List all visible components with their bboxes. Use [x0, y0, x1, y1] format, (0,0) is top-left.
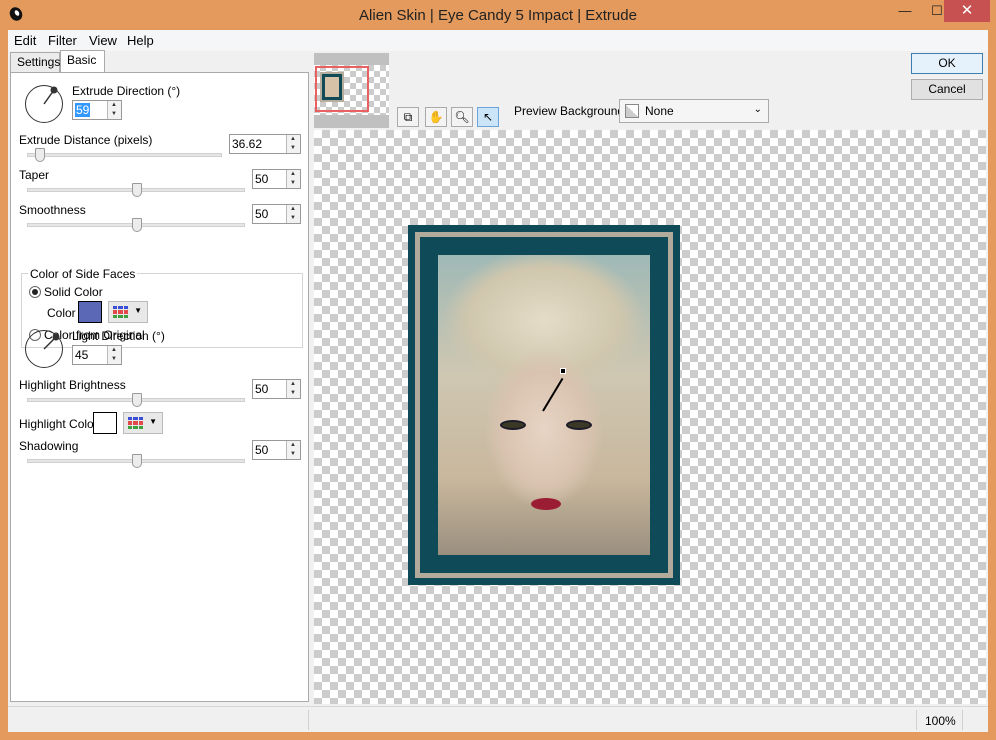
solid-color-radio[interactable] [29, 286, 41, 298]
light-direction-dial[interactable] [25, 330, 63, 368]
menu-view[interactable]: View [89, 33, 117, 48]
smoothness-label: Smoothness [19, 203, 86, 217]
highlight-color-swatch[interactable] [93, 412, 117, 434]
photo-eye-left [500, 420, 526, 430]
photo-eye-right [566, 420, 592, 430]
spinner-arrows[interactable]: ▲ ▼ [107, 346, 121, 364]
hand-icon: ✋ [428, 110, 444, 124]
smoothness-slider[interactable] [27, 218, 245, 232]
checker-icon [625, 104, 639, 118]
dial-needle-icon [42, 86, 57, 104]
dialog-client: Edit Filter View Help Settings Basic Ext… [8, 30, 988, 732]
shadowing-value[interactable]: 50 [255, 443, 268, 457]
highlight-color-palette-button[interactable]: ▼ [123, 412, 163, 434]
taper-spinner[interactable]: 50 ▲ ▼ [252, 169, 301, 189]
color-palette-icon [128, 417, 143, 429]
window-title: Alien Skin | Eye Candy 5 Impact | Extrud… [359, 7, 637, 24]
tab-basic[interactable]: Basic [60, 50, 105, 72]
highlight-brightness-spinner[interactable]: 50 ▲ ▼ [252, 379, 301, 399]
slider-thumb[interactable] [132, 454, 142, 468]
extrude-distance-spinner[interactable]: 36.62 ▲ ▼ [229, 134, 301, 154]
spinner-arrows[interactable]: ▲ ▼ [286, 135, 300, 153]
slider-thumb[interactable] [132, 393, 142, 407]
preview-compare-icon: ⧉ [403, 110, 413, 124]
tab-settings[interactable]: Settings [10, 52, 60, 72]
side-faces-group-label: Color of Side Faces [28, 267, 138, 281]
status-separator [308, 710, 309, 730]
menu-help[interactable]: Help [127, 33, 154, 48]
color-label: Color [47, 306, 76, 320]
status-bar: 100% [8, 706, 988, 732]
color-palette-icon [113, 306, 128, 318]
preview-photo [438, 255, 650, 555]
side-color-swatch[interactable] [78, 301, 102, 323]
preview-image-frame [408, 225, 680, 585]
menu-filter[interactable]: Filter [48, 33, 77, 48]
status-separator [916, 710, 917, 730]
highlight-brightness-slider[interactable] [27, 393, 245, 407]
pointer-icon: ↖ [482, 110, 494, 124]
menu-bar: Edit Filter View Help [8, 30, 988, 51]
light-direction-label: Light Direction (°) [72, 329, 165, 343]
chevron-down-icon: ⌄ [753, 104, 762, 115]
dial-needle-icon [42, 333, 59, 350]
direction-handle-line[interactable] [542, 377, 564, 412]
slider-thumb[interactable] [132, 218, 142, 232]
zoom-icon: 🔍︎ [454, 110, 470, 124]
hand-tool-button[interactable]: ✋ [425, 107, 447, 127]
spinner-arrows[interactable]: ▲ ▼ [107, 101, 121, 119]
taper-slider[interactable] [27, 183, 245, 197]
slider-thumb[interactable] [132, 183, 142, 197]
extrude-direction-label: Extrude Direction (°) [72, 84, 181, 98]
navigator-thumbnail[interactable] [314, 53, 389, 128]
highlight-brightness-value[interactable]: 50 [255, 382, 268, 396]
extrude-distance-slider[interactable] [27, 148, 222, 162]
zoom-tool-button[interactable]: 🔍︎ [451, 107, 473, 127]
preview-background-select[interactable]: None ⌄ [619, 99, 769, 123]
highlight-color-label: Highlight Color [19, 417, 98, 431]
shadowing-spinner[interactable]: 50 ▲ ▼ [252, 440, 301, 460]
shadowing-label: Shadowing [19, 439, 79, 453]
smoothness-spinner[interactable]: 50 ▲ ▼ [252, 204, 301, 224]
minimize-button[interactable]: — [888, 0, 922, 22]
extrude-direction-value[interactable]: 59 [75, 103, 91, 117]
extrude-direction-spinner[interactable]: 59 ▲ ▼ [72, 100, 122, 120]
pointer-tool-button[interactable]: ↖ [477, 107, 499, 127]
title-bar: Alien Skin | Eye Candy 5 Impact | Extrud… [0, 0, 996, 30]
status-separator [962, 710, 963, 730]
light-direction-spinner[interactable]: 45 ▲ ▼ [72, 345, 122, 365]
preview-compare-button[interactable]: ⧉ [397, 107, 419, 127]
close-button[interactable]: ✕ [944, 0, 990, 22]
dropdown-arrow-icon: ▼ [134, 306, 142, 315]
spinner-arrows[interactable]: ▲ ▼ [286, 205, 300, 223]
spinner-arrows[interactable]: ▲ ▼ [286, 380, 300, 398]
preview-background-label: Preview Background: [514, 104, 628, 118]
ok-button[interactable]: OK [911, 53, 983, 74]
photo-lips [531, 498, 561, 510]
dropdown-arrow-icon: ▼ [149, 417, 157, 426]
extrude-direction-dial[interactable] [25, 85, 63, 123]
zoom-level: 100% [925, 714, 956, 728]
preview-background-value: None [645, 104, 674, 118]
cancel-button[interactable]: Cancel [911, 79, 983, 100]
solid-color-label[interactable]: Solid Color [44, 285, 103, 299]
basic-settings-panel: Extrude Direction (°) 59 ▲ ▼ Extrude Dist… [10, 72, 309, 702]
spinner-arrows[interactable]: ▲ ▼ [286, 441, 300, 459]
preview-canvas[interactable] [314, 130, 986, 704]
extrude-distance-value[interactable]: 36.62 [232, 137, 262, 151]
navigator-viewport[interactable] [315, 66, 369, 112]
side-color-palette-button[interactable]: ▼ [108, 301, 148, 323]
highlight-brightness-label: Highlight Brightness [19, 378, 126, 392]
spinner-arrows[interactable]: ▲ ▼ [286, 170, 300, 188]
shadowing-slider[interactable] [27, 454, 245, 468]
smoothness-value[interactable]: 50 [255, 207, 268, 221]
direction-handle[interactable] [560, 368, 566, 374]
menu-edit[interactable]: Edit [14, 33, 36, 48]
extrude-distance-label: Extrude Distance (pixels) [19, 133, 153, 147]
taper-label: Taper [19, 168, 50, 182]
taper-value[interactable]: 50 [255, 172, 268, 186]
slider-thumb[interactable] [35, 148, 45, 162]
light-direction-value[interactable]: 45 [75, 348, 88, 362]
